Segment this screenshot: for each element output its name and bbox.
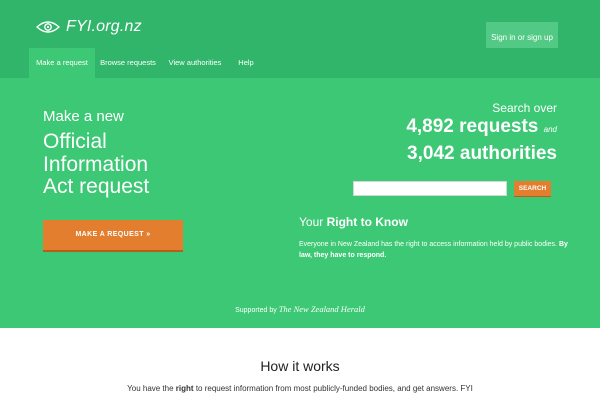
requests-count: 4,892 requests and: [406, 116, 557, 138]
hero-oia-title: Official Information Act request: [43, 130, 283, 199]
and-word: and: [543, 125, 557, 134]
search-over-label: Search over: [492, 101, 557, 115]
how-it-works-text: You have the right to request informatio…: [0, 384, 600, 393]
oia-line: Official: [43, 130, 107, 153]
herald-logo[interactable]: The New Zealand Herald: [279, 304, 365, 314]
oia-line: Act request: [43, 175, 150, 198]
nav-view-authorities[interactable]: View authorities: [161, 48, 229, 78]
supported-by: Supported by The New Zealand Herald: [0, 304, 600, 314]
rtk-text-body: Everyone in New Zealand has the right to…: [299, 241, 557, 248]
nav-make-request[interactable]: Make a request: [29, 48, 95, 78]
rtk-prefix: Your: [299, 215, 324, 229]
nav-help[interactable]: Help: [229, 48, 263, 78]
main-nav: Make a request Browse requests View auth…: [0, 48, 600, 78]
site-logo[interactable]: FYI.org.nz: [36, 18, 142, 36]
supported-by-label: Supported by: [235, 307, 277, 314]
eye-icon: [36, 20, 60, 34]
top-bar: FYI.org.nz Sign in or sign up: [0, 0, 600, 54]
make-request-button[interactable]: MAKE A REQUEST »: [43, 220, 183, 250]
right-to-know-heading: Your Right to Know: [299, 215, 408, 229]
search-input[interactable]: [353, 181, 507, 196]
how-it-works-title: How it works: [260, 358, 340, 374]
how-text-bold: right: [175, 384, 194, 393]
rtk-bold: Right to Know: [326, 215, 408, 229]
how-text-prefix: You have the: [127, 384, 174, 393]
how-text-rest: to request information from most publicl…: [195, 384, 473, 393]
logo-text: FYI.org.nz: [66, 18, 142, 35]
nav-browse-requests[interactable]: Browse requests: [95, 48, 161, 78]
oia-line: Information: [43, 152, 149, 176]
hero-make-new: Make a new: [43, 108, 124, 125]
requests-count-value: 4,892 requests: [406, 116, 539, 137]
hero-section: Make a new Official Information Act requ…: [0, 78, 600, 328]
authorities-count: 3,042 authorities: [407, 143, 557, 164]
search-button[interactable]: SEARCH: [514, 181, 551, 196]
right-to-know-text: Everyone in New Zealand has the right to…: [299, 239, 569, 261]
